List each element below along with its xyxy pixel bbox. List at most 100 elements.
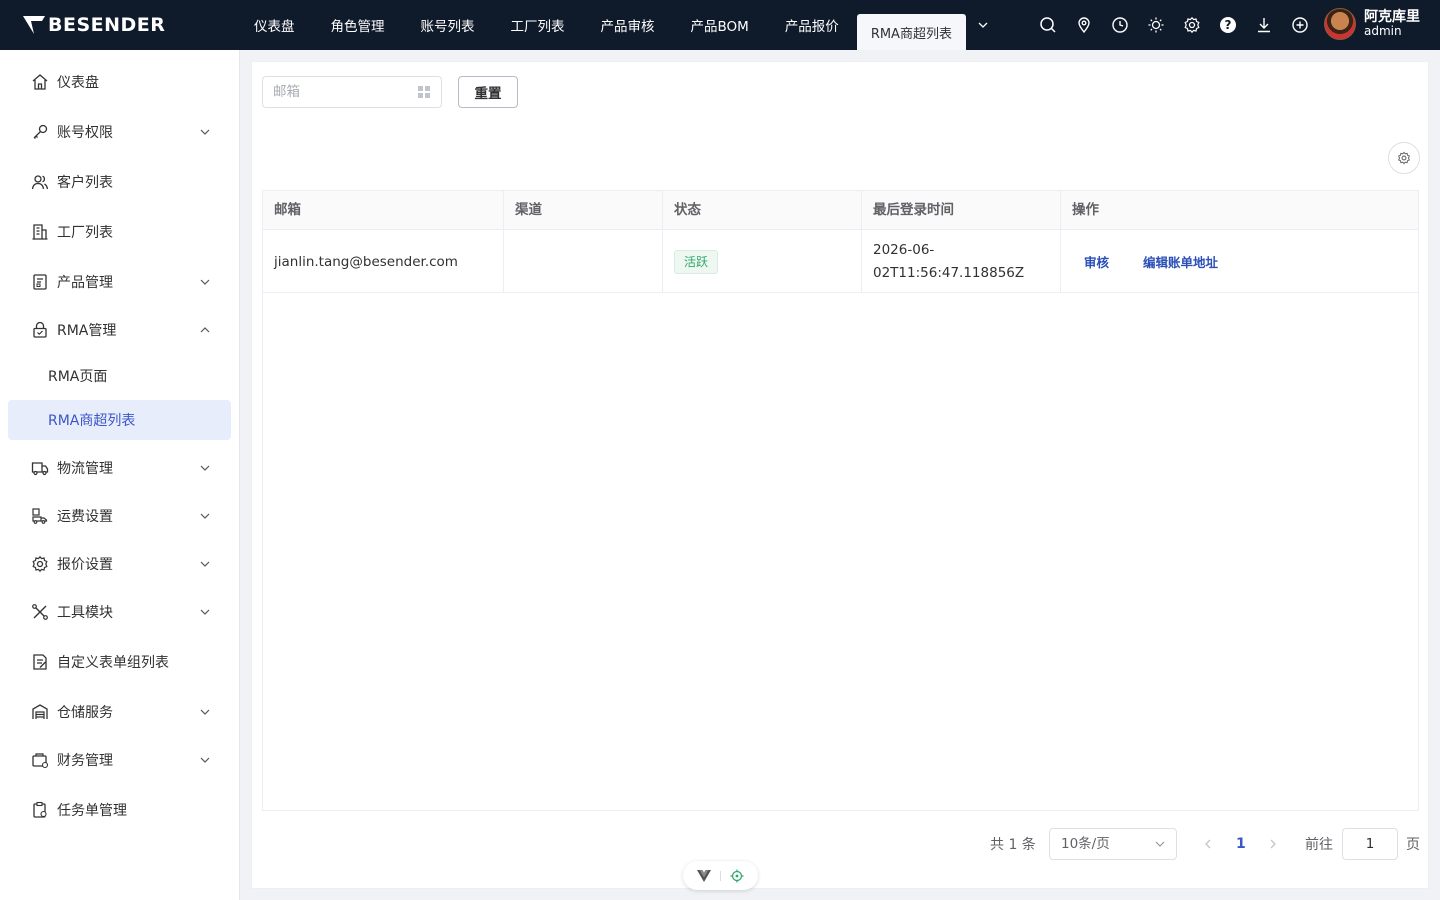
chevron-down-icon xyxy=(200,561,210,567)
cell-status: 活跃 xyxy=(663,230,862,293)
top-nav-tabs: 仪表盘 角色管理 账号列表 工厂列表 产品审核 产品BOM 产品报价 RMA商超… xyxy=(236,0,1000,50)
chevron-down-icon xyxy=(200,609,210,615)
tabs-more-button[interactable] xyxy=(966,0,1000,50)
page-number-current[interactable]: 1 xyxy=(1236,828,1246,860)
next-page-button[interactable] xyxy=(1267,828,1279,860)
tab-role-management[interactable]: 角色管理 xyxy=(313,0,403,50)
tab-rma-supermarket-list[interactable]: RMA商超列表 xyxy=(856,14,966,50)
help-icon: ? xyxy=(1220,17,1236,33)
delivery-icon xyxy=(30,506,50,526)
search-button[interactable] xyxy=(1030,0,1066,50)
chevron-down-icon xyxy=(978,22,988,28)
divider xyxy=(719,870,721,881)
tab-product-bom[interactable]: 产品BOM xyxy=(673,0,767,50)
table-row: jianlin.tang@besender.com 活跃 2026-06- 02… xyxy=(263,230,1418,293)
location-button[interactable] xyxy=(1066,0,1102,50)
sidebar-item-label: 仓储服务 xyxy=(57,705,113,721)
warehouse-icon xyxy=(30,702,50,722)
help-button[interactable]: ? xyxy=(1210,0,1246,50)
vue-logo-icon xyxy=(697,869,712,882)
sidebar-item-account-permissions[interactable]: 账号权限 xyxy=(8,112,231,152)
table-settings-button[interactable] xyxy=(1388,142,1420,174)
sidebar-item-label: 任务单管理 xyxy=(57,803,127,819)
chevron-left-icon xyxy=(1205,839,1211,849)
sidebar-item-label: 工具模块 xyxy=(57,605,113,621)
brand-logo[interactable]: BESENDER xyxy=(22,11,165,39)
table-header: 邮箱 渠道 状态 最后登录时间 操作 xyxy=(263,191,1418,230)
sidebar-item-label: 账号权限 xyxy=(57,125,113,141)
sidebar-item-task-orders[interactable]: 任务单管理 xyxy=(8,790,231,830)
column-header-actions: 操作 xyxy=(1072,202,1099,218)
email-filter-input[interactable] xyxy=(262,76,442,108)
sidebar-item-factories[interactable]: 工厂列表 xyxy=(8,212,231,252)
goto-page-input[interactable] xyxy=(1342,828,1398,860)
chevron-down-icon xyxy=(1155,841,1165,847)
sidebar-item-custom-form-groups[interactable]: 自定义表单组列表 xyxy=(8,642,231,682)
tab-factory-list[interactable]: 工厂列表 xyxy=(493,0,583,50)
tab-dashboard[interactable]: 仪表盘 xyxy=(236,0,313,50)
sidebar-item-shipping-settings[interactable]: 运费设置 xyxy=(8,496,231,536)
sidebar-item-dashboard[interactable]: 仪表盘 xyxy=(8,62,231,102)
sidebar-item-finance[interactable]: 财务管理 xyxy=(8,740,231,780)
last-login-line-1: 2026-06- xyxy=(873,241,935,258)
box-icon xyxy=(30,272,50,292)
top-bar: BESENDER 仪表盘 角色管理 账号列表 工厂列表 产品审核 产品BOM 产… xyxy=(0,0,1440,50)
sidebar-item-warehouse[interactable]: 仓储服务 xyxy=(8,692,231,732)
gear-icon xyxy=(1184,16,1200,34)
sidebar-item-customers[interactable]: 客户列表 xyxy=(8,162,231,202)
user-menu[interactable]: 阿克库里 admin xyxy=(1324,8,1420,40)
sidebar-item-label: 运费设置 xyxy=(57,509,113,525)
add-button[interactable] xyxy=(1282,0,1318,50)
sidebar-item-tools[interactable]: 工具模块 xyxy=(8,592,231,632)
chevron-down-icon xyxy=(200,513,210,519)
floating-devtools-bar[interactable] xyxy=(683,861,758,890)
sidebar-item-label: 工厂列表 xyxy=(57,225,113,241)
tab-product-quote[interactable]: 产品报价 xyxy=(767,0,857,50)
sidebar-item-label: RMA管理 xyxy=(57,323,117,339)
sun-icon xyxy=(1148,17,1164,33)
cell-last-login: 2026-06- 02T11:56:47.118856Z xyxy=(862,230,1061,293)
download-icon xyxy=(1258,18,1270,33)
page-size-value: 10条/页 xyxy=(1061,836,1110,852)
column-header-channel: 渠道 xyxy=(504,191,663,230)
plus-circle-icon xyxy=(1292,17,1308,33)
home-icon xyxy=(30,72,50,92)
edit-billing-address-link[interactable]: 编辑账单地址 xyxy=(1143,252,1218,271)
review-link[interactable]: 审核 xyxy=(1084,252,1109,271)
reset-button[interactable]: 重置 xyxy=(458,76,518,108)
chevron-down-icon xyxy=(200,465,210,471)
truck-icon xyxy=(30,458,50,478)
chevron-down-icon xyxy=(200,709,210,715)
chevron-up-icon xyxy=(200,327,210,333)
wallet-icon xyxy=(30,750,50,770)
data-table: 邮箱 渠道 状态 最后登录时间 操作 jianlin.tang@besender… xyxy=(262,190,1419,811)
sidebar-item-product-management[interactable]: 产品管理 xyxy=(8,262,231,302)
download-button[interactable] xyxy=(1246,0,1282,50)
last-login-line-2: 02T11:56:47.118856Z xyxy=(873,264,1025,281)
gear-icon xyxy=(1398,151,1410,165)
settings-button[interactable] xyxy=(1174,0,1210,50)
sidebar-item-rma-page[interactable]: RMA页面 xyxy=(8,356,231,396)
tab-account-list[interactable]: 账号列表 xyxy=(403,0,493,50)
prev-page-button[interactable] xyxy=(1202,828,1214,860)
sidebar-item-logistics[interactable]: 物流管理 xyxy=(8,448,231,488)
sidebar: 仪表盘 账号权限 客户列表 工厂列表 产品管理 RMA管理 RMA页面 RMA商… xyxy=(0,50,240,900)
theme-toggle-button[interactable] xyxy=(1138,0,1174,50)
cell-channel xyxy=(504,230,663,293)
tab-product-review[interactable]: 产品审核 xyxy=(583,0,673,50)
location-icon xyxy=(1078,17,1090,34)
user-name: 阿克库里 xyxy=(1364,9,1420,25)
page-size-select[interactable]: 10条/页 xyxy=(1049,828,1177,860)
sidebar-item-quote-settings[interactable]: 报价设置 xyxy=(8,544,231,584)
chevron-right-icon xyxy=(1270,839,1276,849)
page-suffix: 页 xyxy=(1406,837,1420,853)
building-icon xyxy=(30,222,50,242)
sidebar-item-label: RMA页面 xyxy=(48,369,108,385)
column-header-status: 状态 xyxy=(663,191,862,230)
history-button[interactable] xyxy=(1102,0,1138,50)
chevron-down-icon xyxy=(200,129,210,135)
cell-email: jianlin.tang@besender.com xyxy=(263,230,504,293)
sidebar-item-rma-supermarket-list[interactable]: RMA商超列表 xyxy=(8,400,231,440)
sidebar-item-rma-management[interactable]: RMA管理 xyxy=(8,310,231,350)
column-header-email: 邮箱 xyxy=(263,191,504,230)
